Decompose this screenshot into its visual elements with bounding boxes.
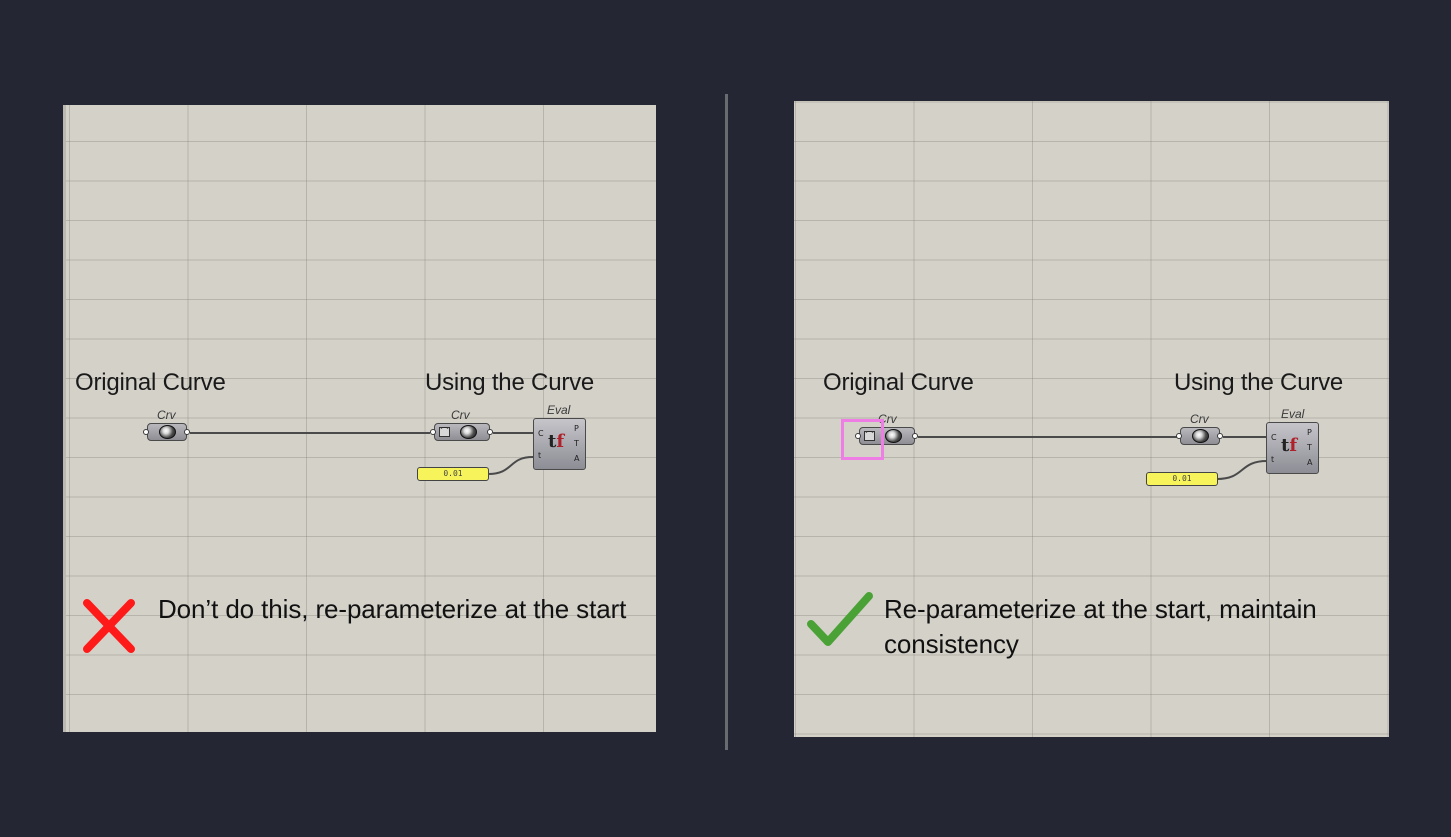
caption-wrong: Don’t do this, re-parameterize at the st… — [158, 594, 627, 624]
original-curve-label: Original Curve — [823, 369, 974, 396]
output-pin-a: A — [574, 454, 580, 463]
curve-param-icon — [460, 425, 477, 439]
output-pin-p: P — [1307, 428, 1312, 437]
output-pin-t: T — [1307, 443, 1312, 452]
eval-title: Eval — [547, 403, 571, 417]
curve-wire — [918, 436, 1180, 438]
slider-wire — [487, 456, 534, 475]
input-port[interactable] — [1176, 433, 1182, 439]
canvas-panel-wrong: Original Curve Using the Curve Crv Crv ⌒… — [63, 105, 656, 732]
input-port[interactable] — [430, 429, 436, 435]
using-curve-label: Using the Curve — [425, 369, 595, 396]
slider-wire — [1216, 460, 1268, 480]
input-pin-c: C — [1271, 433, 1277, 442]
evaluate-curve-icon: tf — [1281, 435, 1298, 456]
number-slider[interactable]: 0.01 — [1146, 472, 1218, 486]
reparameterize-highlight — [841, 419, 884, 460]
curve-wire — [190, 432, 430, 434]
number-slider[interactable]: 0.01 — [417, 467, 489, 481]
output-pin-p: P — [574, 424, 579, 433]
crv-param-title: Crv — [1190, 412, 1209, 426]
curve-param-reparameterized[interactable]: ⌒ — [434, 423, 490, 441]
using-curve-label: Using the Curve — [1174, 369, 1344, 396]
cross-icon — [83, 599, 135, 653]
center-divider — [725, 94, 728, 750]
curve-param-original[interactable] — [147, 423, 187, 441]
curve-param-icon — [885, 429, 902, 443]
curve-param-icon — [1192, 429, 1209, 443]
curve-param-icon — [159, 425, 176, 439]
curve-wire — [493, 432, 533, 434]
reparameterize-icon: ⌒ — [439, 427, 450, 437]
input-pin-t: t — [1271, 455, 1275, 464]
caption-correct: Re-parameterize at the start, maintain c… — [884, 594, 1317, 659]
input-pin-c: C — [538, 429, 544, 438]
evaluate-curve-component[interactable]: C t tf P T A — [533, 418, 586, 470]
crv-param-title: Crv — [451, 408, 470, 422]
check-icon — [807, 592, 873, 646]
evaluate-curve-component[interactable]: C t tf P T A — [1266, 422, 1319, 474]
curve-wire — [1223, 436, 1267, 438]
eval-title: Eval — [1281, 407, 1305, 421]
curve-param-using[interactable] — [1180, 427, 1220, 445]
output-pin-a: A — [1307, 458, 1313, 467]
original-curve-label: Original Curve — [75, 369, 226, 396]
input-pin-t: t — [538, 451, 542, 460]
evaluate-curve-icon: tf — [548, 431, 565, 452]
output-pin-t: T — [574, 439, 579, 448]
crv-param-title: Crv — [157, 408, 176, 422]
input-port[interactable] — [143, 429, 149, 435]
canvas-panel-correct: Original Curve Using the Curve Crv ⌒ Crv… — [794, 101, 1389, 737]
